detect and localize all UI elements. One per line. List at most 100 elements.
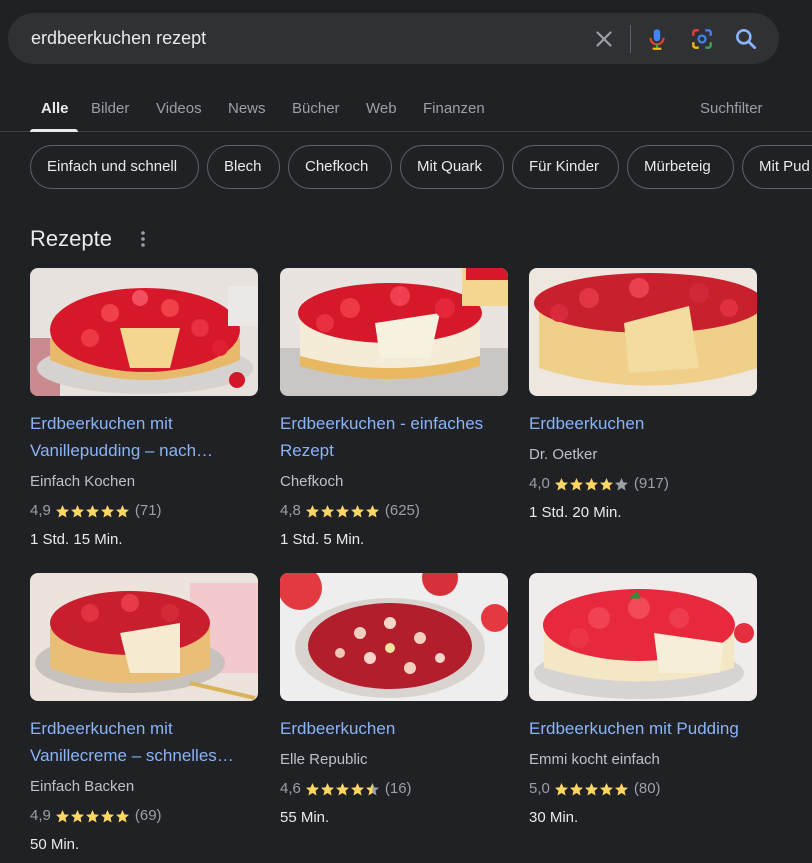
recipe-image (529, 573, 757, 701)
star-full-icon (85, 809, 99, 822)
star-full-icon (584, 782, 598, 795)
recipe-rating: 4,0 (917) (529, 472, 757, 496)
tab-videos[interactable]: Videos (156, 100, 202, 117)
recipe-card[interactable]: Erdbeerkuchen Dr. Oetker 4,0 (917) 1 Std… (529, 268, 757, 525)
tab-all[interactable]: Alle (41, 100, 69, 117)
recipe-time: 1 Std. 15 Min. (30, 531, 123, 548)
rating-stars (55, 809, 130, 824)
recipe-time: 55 Min. (280, 809, 330, 826)
review-count: (71) (134, 502, 162, 519)
star-full-icon (569, 477, 583, 490)
tab-finance[interactable]: Finanzen (423, 100, 485, 117)
recipe-rating: 5,0 (80) (529, 777, 757, 801)
star-full-icon (599, 477, 613, 490)
recipe-source: Chefkoch (280, 473, 344, 490)
chip-mit-quark[interactable]: Mit Quark (400, 145, 504, 189)
recipe-source: Emmi kocht einfach (529, 751, 660, 768)
star-full-icon (569, 782, 583, 795)
star-full-icon (335, 782, 349, 795)
star-full-icon (335, 504, 349, 517)
star-full-icon (305, 504, 319, 517)
recipe-time: 30 Min. (529, 809, 579, 826)
star-full-icon (350, 782, 364, 795)
review-count: (16) (384, 780, 412, 797)
recipe-card[interactable]: Erdbeerkuchen Elle Republic 4,6 (16) 55 … (280, 573, 508, 830)
recipe-card[interactable]: Erdbeerkuchen - einfaches Rezept Chefkoc… (280, 268, 508, 552)
star-full-icon (85, 504, 99, 517)
recipe-card[interactable]: Erdbeerkuchen mit Pudding Emmi kocht ein… (529, 573, 757, 830)
clear-icon[interactable] (591, 26, 617, 52)
star-full-icon (320, 504, 334, 517)
search-divider (630, 25, 631, 53)
recipe-rating: 4,9 (69) (30, 804, 258, 828)
star-full-icon (115, 504, 129, 517)
search-tools-button[interactable]: Suchfilter (700, 100, 763, 117)
recipe-card[interactable]: Erdbeerkuchen mit Vanillecreme – schnell… (30, 573, 258, 857)
recipe-time: 1 Std. 20 Min. (529, 504, 622, 521)
recipe-time: 50 Min. (30, 836, 80, 853)
recipe-source: Dr. Oetker (529, 446, 598, 463)
rating-stars (55, 504, 130, 519)
review-count: (625) (384, 502, 420, 519)
active-tab-indicator (30, 129, 78, 132)
recipe-card[interactable]: Erdbeerkuchen mit Vanillepudding – nach…… (30, 268, 258, 552)
section-title: Rezepte (30, 226, 112, 251)
star-full-icon (55, 504, 69, 517)
star-full-icon (305, 782, 319, 795)
tab-books[interactable]: Bücher (292, 100, 340, 117)
review-count: (917) (633, 475, 669, 492)
star-full-icon (70, 504, 84, 517)
star-full-icon (350, 504, 364, 517)
chip-fuer-kinder[interactable]: Für Kinder (512, 145, 619, 189)
rating-value: 4,9 (30, 502, 51, 519)
search-input[interactable] (31, 13, 571, 64)
rating-value: 4,9 (30, 807, 51, 824)
star-half-icon (365, 782, 379, 795)
star-full-icon (55, 809, 69, 822)
recipe-title[interactable]: Erdbeerkuchen mit Vanillepudding – nach… (30, 410, 258, 464)
recipe-title[interactable]: Erdbeerkuchen mit Vanillecreme – schnell… (30, 715, 258, 769)
recipe-image (529, 268, 757, 396)
rating-value: 4,6 (280, 780, 301, 797)
chip-chefkoch[interactable]: Chefkoch (288, 145, 392, 189)
recipe-title[interactable]: Erdbeerkuchen mit Pudding (529, 715, 757, 742)
rating-stars (554, 477, 629, 492)
rating-stars (305, 504, 380, 519)
recipe-rating: 4,6 (16) (280, 777, 508, 801)
search-tabs: Alle Bilder Videos News Bücher Web Finan… (0, 88, 812, 132)
chip-muerbeteig[interactable]: Mürbeteig (627, 145, 734, 189)
star-full-icon (584, 477, 598, 490)
recipe-title[interactable]: Erdbeerkuchen (280, 715, 508, 742)
star-full-icon (614, 782, 628, 795)
tab-web[interactable]: Web (366, 100, 397, 117)
more-options-icon[interactable] (136, 229, 150, 249)
star-full-icon (599, 782, 613, 795)
chip-blech[interactable]: Blech (207, 145, 280, 189)
star-full-icon (100, 809, 114, 822)
star-empty-icon (614, 477, 628, 490)
recipe-rating: 4,8 (625) (280, 499, 508, 523)
search-icon[interactable] (733, 26, 759, 52)
star-full-icon (554, 782, 568, 795)
tab-images[interactable]: Bilder (91, 100, 129, 117)
rating-value: 5,0 (529, 780, 550, 797)
microphone-icon[interactable] (644, 26, 670, 52)
recipe-title[interactable]: Erdbeerkuchen (529, 410, 757, 437)
star-full-icon (100, 504, 114, 517)
star-full-icon (554, 477, 568, 490)
recipe-image (30, 268, 258, 396)
recipe-source: Einfach Kochen (30, 473, 136, 490)
chip-einfach-und-schnell[interactable]: Einfach und schnell (30, 145, 199, 189)
recipe-image (280, 573, 508, 701)
star-full-icon (320, 782, 334, 795)
tab-news[interactable]: News (228, 100, 266, 117)
star-full-icon (115, 809, 129, 822)
recipe-time: 1 Std. 5 Min. (280, 531, 365, 548)
lens-camera-icon[interactable] (689, 26, 715, 52)
search-bar[interactable] (8, 13, 779, 64)
recipe-rating: 4,9 (71) (30, 499, 258, 523)
recipe-title[interactable]: Erdbeerkuchen - einfaches Rezept (280, 410, 508, 464)
rating-value: 4,8 (280, 502, 301, 519)
chip-mit-pudding[interactable]: Mit Pud (742, 145, 812, 189)
recipe-image (30, 573, 258, 701)
